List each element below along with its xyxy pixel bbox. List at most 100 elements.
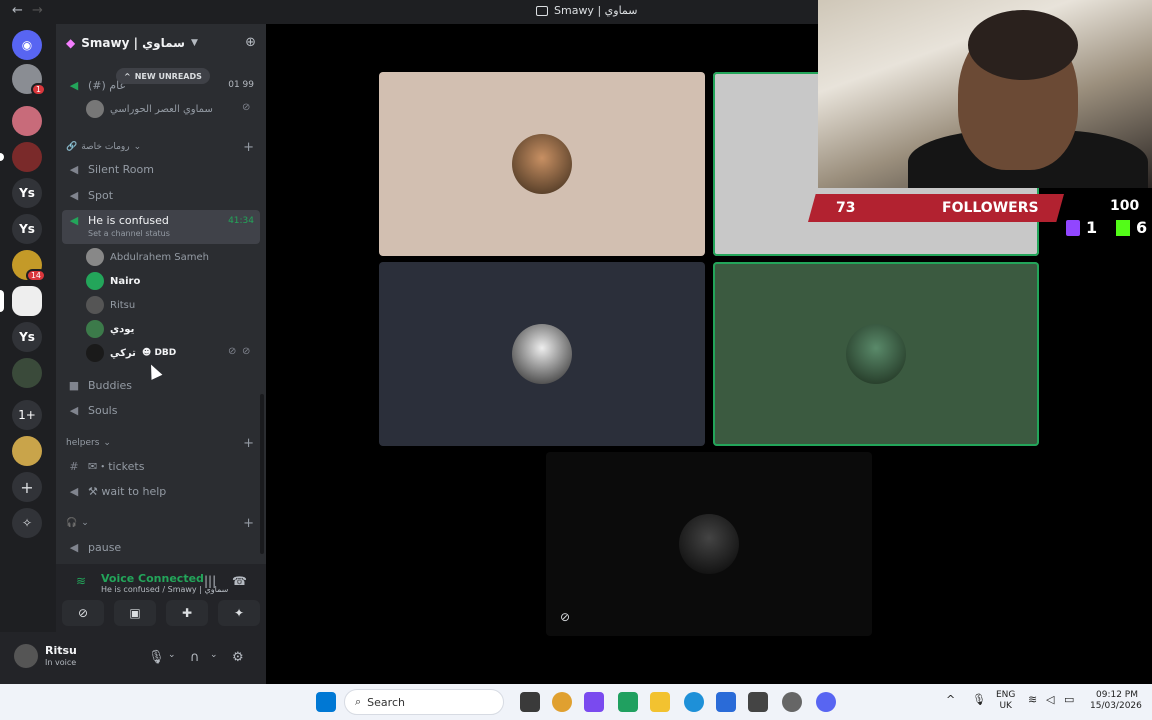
channel-he-is-confused[interactable]: ◀ He is confused Set a channel status 41… <box>62 210 260 244</box>
server-boost-icon: ◆ <box>66 36 76 50</box>
channel-tickets[interactable]: # ✉・tickets <box>62 455 260 477</box>
new-unreads-pill[interactable]: ^ NEW UNREADS <box>116 68 210 84</box>
voice-member[interactable]: Abdulrahem Sameh <box>86 246 209 268</box>
add-server-icon[interactable]: + <box>12 472 42 502</box>
microphone-icon[interactable]: 🎙 <box>148 650 165 665</box>
discord-home-icon[interactable]: ◉ <box>12 30 42 60</box>
channel-spot[interactable]: ◀ Spot <box>62 184 260 206</box>
server-icon[interactable]: Ys <box>12 322 42 352</box>
participant-tile[interactable] <box>379 72 705 256</box>
server-icon[interactable] <box>0 286 42 316</box>
avatar <box>86 296 104 314</box>
add-channel-icon[interactable]: + <box>243 516 254 531</box>
channel-item[interactable]: سماوي العصر الحوراسي <box>86 98 213 120</box>
server-icon[interactable] <box>12 358 42 388</box>
server-icon[interactable]: Ys <box>12 178 42 208</box>
wifi-icon[interactable]: ≋ <box>1028 694 1037 705</box>
channel-buddies[interactable]: ■ Buddies <box>62 374 260 396</box>
avatar <box>86 248 104 266</box>
voice-member[interactable]: يودي <box>86 318 134 340</box>
deafened-icon: ⊘ <box>242 346 251 357</box>
settings-gear-icon[interactable]: ⚙ <box>232 650 244 665</box>
participant-tile[interactable] <box>379 262 705 446</box>
avatar <box>86 344 104 362</box>
screen-share-button[interactable]: ▣ <box>114 600 156 626</box>
avatar[interactable] <box>14 644 38 668</box>
server-header[interactable]: ◆ Smawy | سماوي ▼ <box>56 24 266 62</box>
mail-icon[interactable] <box>716 692 736 712</box>
disconnect-icon[interactable]: ☎ <box>232 574 247 588</box>
chrome-icon[interactable] <box>552 692 572 712</box>
category-private-rooms[interactable]: 🔗 رومات خاصة ⌄ <box>66 142 141 152</box>
app-icon[interactable] <box>782 692 802 712</box>
tag-badge: ☻ DBD <box>141 348 177 358</box>
channel-souls[interactable]: ◀ Souls <box>62 399 260 421</box>
lock-icon: ■ <box>68 378 80 392</box>
microphone-icon[interactable]: 🎙 <box>972 694 986 705</box>
webcam-overlay <box>818 0 1152 188</box>
edge-icon[interactable] <box>684 692 704 712</box>
server-list: ◉ 1 Ys Ys 14 Ys 1+ + ✧ <box>0 24 56 684</box>
server-icon[interactable]: Ys <box>12 214 42 244</box>
channel-sidebar: ◆ Smawy | سماوي ▼ ⊕ ◀ (#) عام 01 99 ^ NE… <box>56 24 266 564</box>
chevron-down-icon[interactable]: ⌄ <box>168 650 176 660</box>
windows-start-icon[interactable] <box>316 692 336 712</box>
category-helpers[interactable]: helpers ⌄ <box>66 438 111 448</box>
noise-suppression-icon[interactable]: ||| <box>204 574 216 588</box>
speaker-icon: ◀ <box>69 403 79 417</box>
channel-wait-to-help[interactable]: ◀ ⚒ wait to help <box>62 480 260 502</box>
voice-member[interactable]: Nairo <box>86 270 140 292</box>
invite-people-icon[interactable]: ⊕ <box>245 35 256 50</box>
avatar <box>512 324 572 384</box>
server-icon[interactable]: 1+ <box>12 400 42 430</box>
activities-button[interactable]: ✚ <box>166 600 208 626</box>
scrollbar[interactable] <box>260 394 264 554</box>
battery-icon[interactable]: ▭ <box>1064 694 1074 705</box>
store-icon[interactable] <box>748 692 768 712</box>
volume-icon[interactable]: ◁ <box>1046 694 1054 705</box>
kick-count: 6 <box>1116 218 1147 237</box>
participant-tile[interactable]: ⊘ <box>546 452 872 636</box>
server-icon[interactable] <box>12 436 42 466</box>
language-indicator[interactable]: ENG UK <box>996 690 1015 712</box>
forward-arrow-icon[interactable]: → <box>32 3 43 18</box>
participant-tile[interactable] <box>713 262 1039 446</box>
file-explorer-icon[interactable] <box>650 692 670 712</box>
discover-icon[interactable]: ✧ <box>12 508 42 538</box>
channel-status-prompt[interactable]: Set a channel status <box>88 229 170 238</box>
server-icon[interactable] <box>12 106 42 136</box>
signal-icon[interactable]: ≋ <box>76 574 86 588</box>
discord-icon[interactable] <box>816 692 836 712</box>
speaker-icon: ◀ <box>69 540 79 554</box>
add-channel-icon[interactable]: + <box>243 140 254 155</box>
app-icon[interactable] <box>584 692 604 712</box>
chevron-up-icon[interactable]: ^ <box>946 694 955 705</box>
taskbar-search[interactable]: ⌕ Search <box>344 689 504 715</box>
category-headphones[interactable]: 🎧 ⌄ <box>66 518 89 528</box>
voice-member[interactable]: تركي ☻ DBD <box>86 342 176 364</box>
headphones-icon: 🎧 <box>66 518 78 528</box>
headphones-icon[interactable]: ∩ <box>190 650 200 665</box>
channel-pause[interactable]: ◀ pause <box>62 536 260 558</box>
image-icon <box>536 5 548 16</box>
speaker-icon: ◀ <box>69 484 79 498</box>
app-icon[interactable] <box>618 692 638 712</box>
soundboard-button[interactable]: ✦ <box>218 600 260 626</box>
camera-off-button[interactable]: ⊘ <box>62 600 104 626</box>
window-title: Smawy | سماوي <box>536 4 638 17</box>
channel-silent-room[interactable]: ◀ Silent Room <box>62 158 260 180</box>
camera-off-icon: ⊘ <box>560 610 571 624</box>
chevron-down-icon[interactable]: ⌄ <box>210 650 218 660</box>
clock[interactable]: 09:12 PM 15/03/2026 <box>1090 690 1142 712</box>
server-icon[interactable] <box>0 142 42 172</box>
chevron-down-icon: ⌄ <box>103 438 111 448</box>
search-icon: ⌕ <box>355 695 362 708</box>
server-icon[interactable]: 1 <box>12 64 46 96</box>
voice-member[interactable]: Ritsu <box>86 294 135 316</box>
avatar <box>86 272 104 290</box>
add-channel-icon[interactable]: + <box>243 436 254 451</box>
back-arrow-icon[interactable]: ← <box>12 3 23 18</box>
task-view-icon[interactable] <box>520 692 540 712</box>
server-icon[interactable]: 14 <box>12 250 46 282</box>
avatar <box>86 100 104 118</box>
